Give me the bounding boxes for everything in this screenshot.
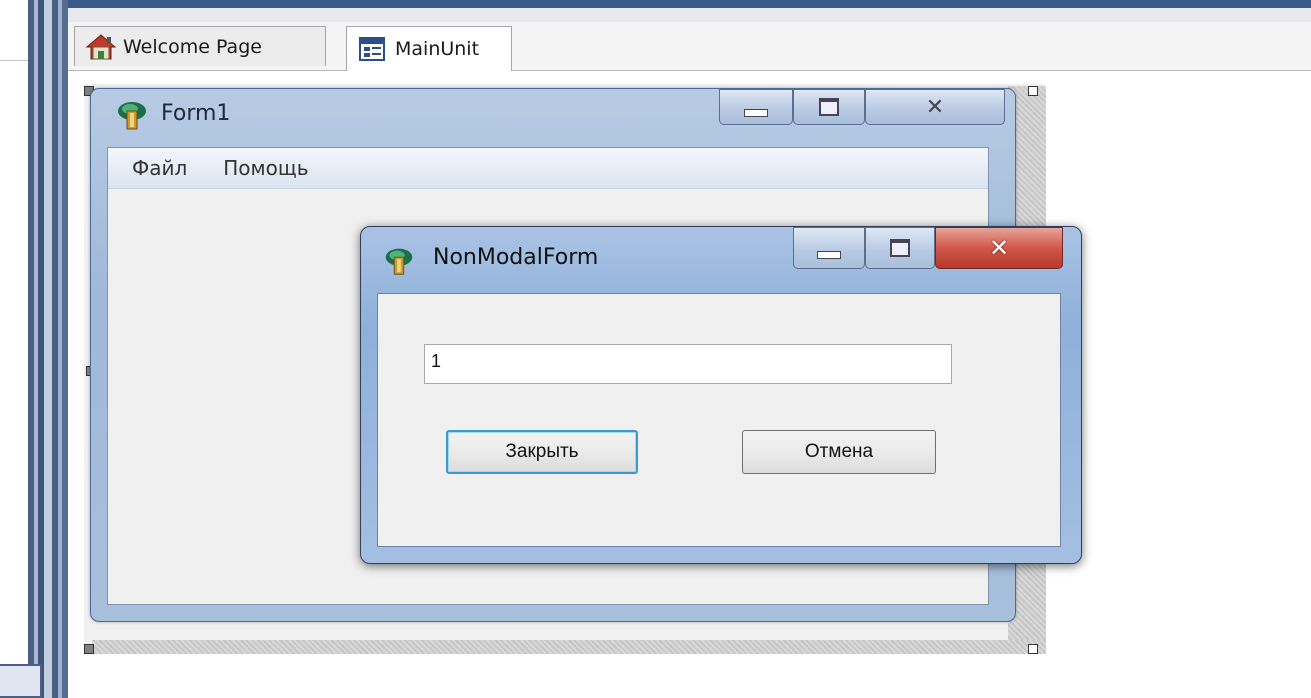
value-edit-field[interactable]: 1 (424, 344, 952, 384)
editor-tab-bar: Welcome Page MainUnit (68, 22, 1311, 71)
minimize-button[interactable] (793, 227, 865, 269)
tab-label: MainUnit (395, 38, 480, 60)
tab-label: Welcome Page (123, 35, 262, 58)
home-icon (85, 33, 117, 61)
tab-mainunit[interactable]: MainUnit (346, 26, 512, 71)
minimize-button[interactable] (719, 89, 793, 125)
delphi-app-icon (381, 245, 417, 277)
resize-handle[interactable] (84, 644, 94, 654)
delphi-app-icon (113, 99, 151, 131)
window-title: Form1 (161, 101, 231, 126)
panel-divider (0, 60, 28, 61)
cancel-button[interactable]: Отмена (742, 430, 936, 474)
menu-item-help[interactable]: Помощь (187, 156, 308, 180)
ide-left-panel (0, 0, 68, 698)
window-title: NonModalForm (433, 245, 599, 270)
panel-corner-button[interactable] (0, 664, 42, 698)
menu-item-file[interactable]: Файл (108, 156, 187, 180)
close-button[interactable]: ✕ (865, 89, 1005, 125)
minimize-icon (744, 109, 768, 117)
caption-buttons: ✕ (719, 89, 1005, 127)
designer-resize-edge-bottom[interactable] (92, 640, 1046, 654)
splitter-highlight (44, 0, 52, 698)
minimize-icon (817, 251, 841, 259)
maximize-button[interactable] (793, 89, 865, 125)
close-icon: ✕ (925, 94, 945, 120)
resize-handle[interactable] (1028, 644, 1038, 654)
resize-handle[interactable] (1028, 86, 1038, 96)
nonmodal-client-area: 1 Закрыть Отмена (377, 293, 1061, 547)
close-icon: ✕ (988, 234, 1010, 262)
main-menu-bar: Файл Помощь (108, 148, 988, 189)
close-form-button[interactable]: Закрыть (446, 430, 638, 474)
maximize-icon (819, 98, 839, 116)
nonmodal-form-window[interactable]: NonModalForm ✕ 1 Закрыть Отмена (360, 226, 1082, 564)
splitter-edge (62, 0, 68, 698)
caption-buttons: ✕ (793, 227, 1063, 271)
maximize-button[interactable] (865, 227, 935, 269)
ide-top-strip (68, 0, 1311, 22)
form-unit-icon (357, 35, 389, 63)
tab-welcome-page[interactable]: Welcome Page (74, 26, 326, 66)
close-button[interactable]: ✕ (935, 227, 1063, 269)
maximize-icon (890, 239, 910, 257)
